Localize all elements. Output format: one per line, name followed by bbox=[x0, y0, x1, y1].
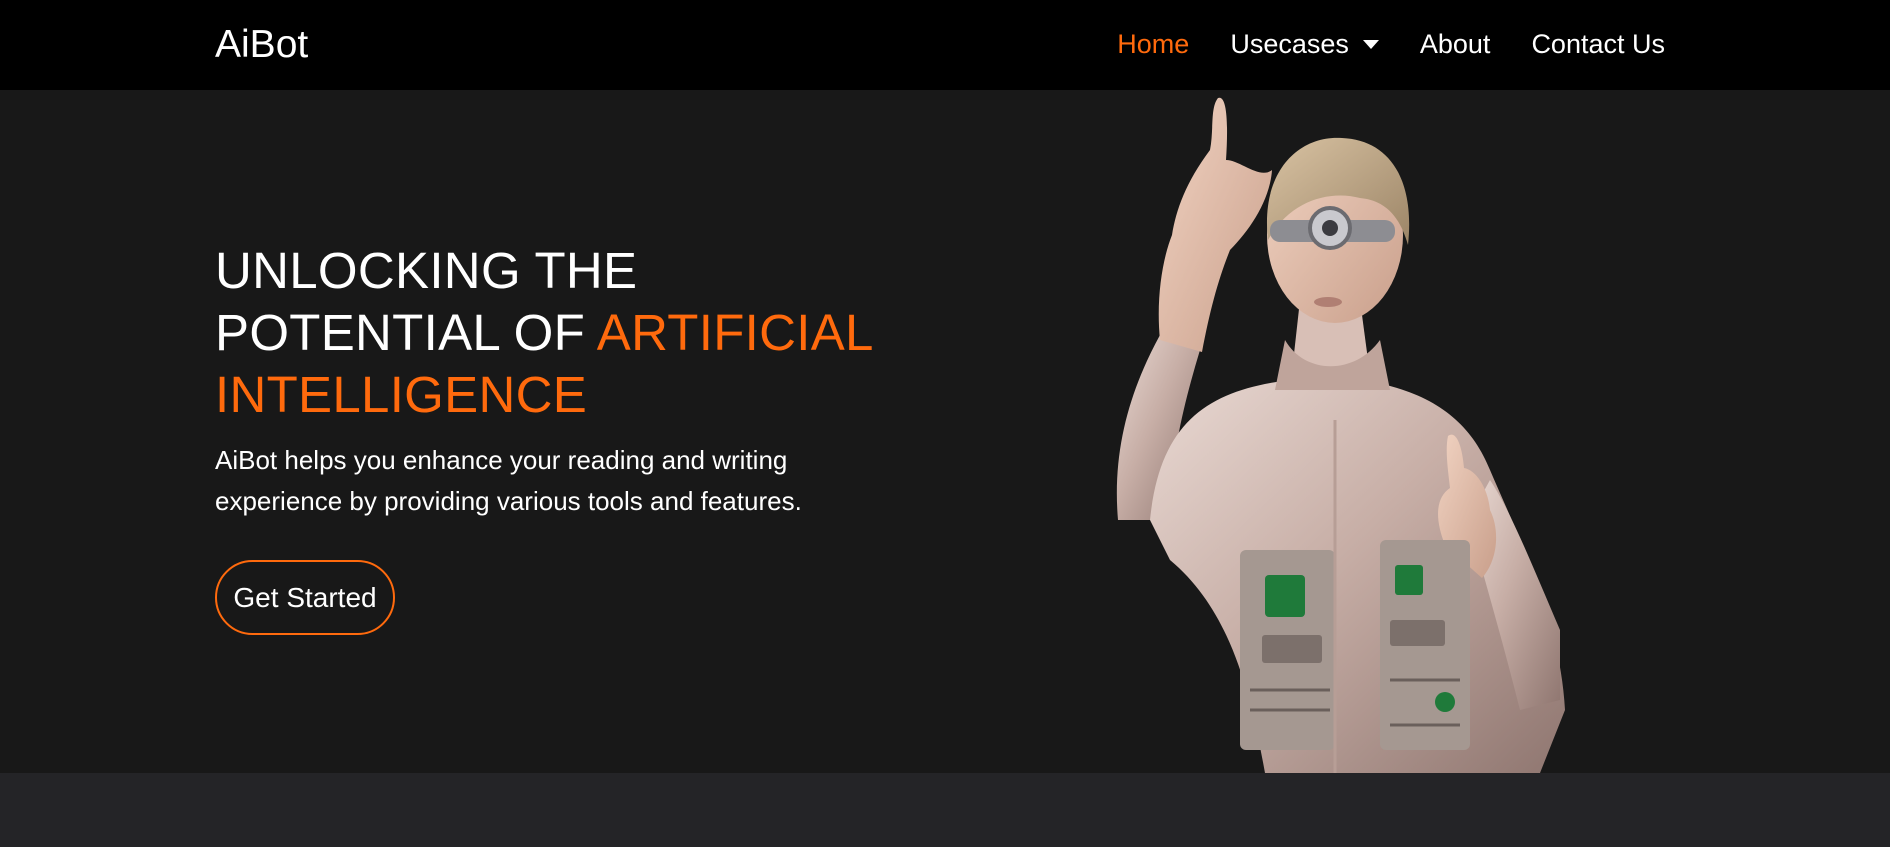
hero-text: UNLOCKING THE POTENTIAL OF ARTIFICIAL IN… bbox=[215, 240, 935, 635]
nav-link-home[interactable]: Home bbox=[1117, 26, 1189, 62]
hero-subtext: AiBot helps you enhance your reading and… bbox=[215, 445, 802, 516]
hero-headline: UNLOCKING THE POTENTIAL OF ARTIFICIAL IN… bbox=[215, 240, 935, 426]
main-nav: Home Usecases About Contact Us bbox=[1076, 26, 1665, 62]
hero-headline-main: UNLOCKING THE POTENTIAL OF bbox=[215, 242, 638, 361]
nav-link-about[interactable]: About bbox=[1420, 26, 1491, 62]
hero-image bbox=[1116, 97, 1565, 773]
nav-link-usecases-label: Usecases bbox=[1230, 29, 1349, 59]
navbar: AiBot Home Usecases About Contact Us bbox=[0, 0, 1890, 90]
brand-logo[interactable]: AiBot bbox=[215, 22, 308, 68]
hero-section: UNLOCKING THE POTENTIAL OF ARTIFICIAL IN… bbox=[0, 90, 1890, 773]
next-section bbox=[0, 773, 1890, 847]
nav-link-contact[interactable]: Contact Us bbox=[1531, 26, 1665, 62]
caret-down-icon bbox=[1362, 39, 1379, 49]
get-started-button[interactable]: Get Started bbox=[215, 560, 395, 635]
nav-link-usecases[interactable]: Usecases bbox=[1230, 26, 1379, 62]
